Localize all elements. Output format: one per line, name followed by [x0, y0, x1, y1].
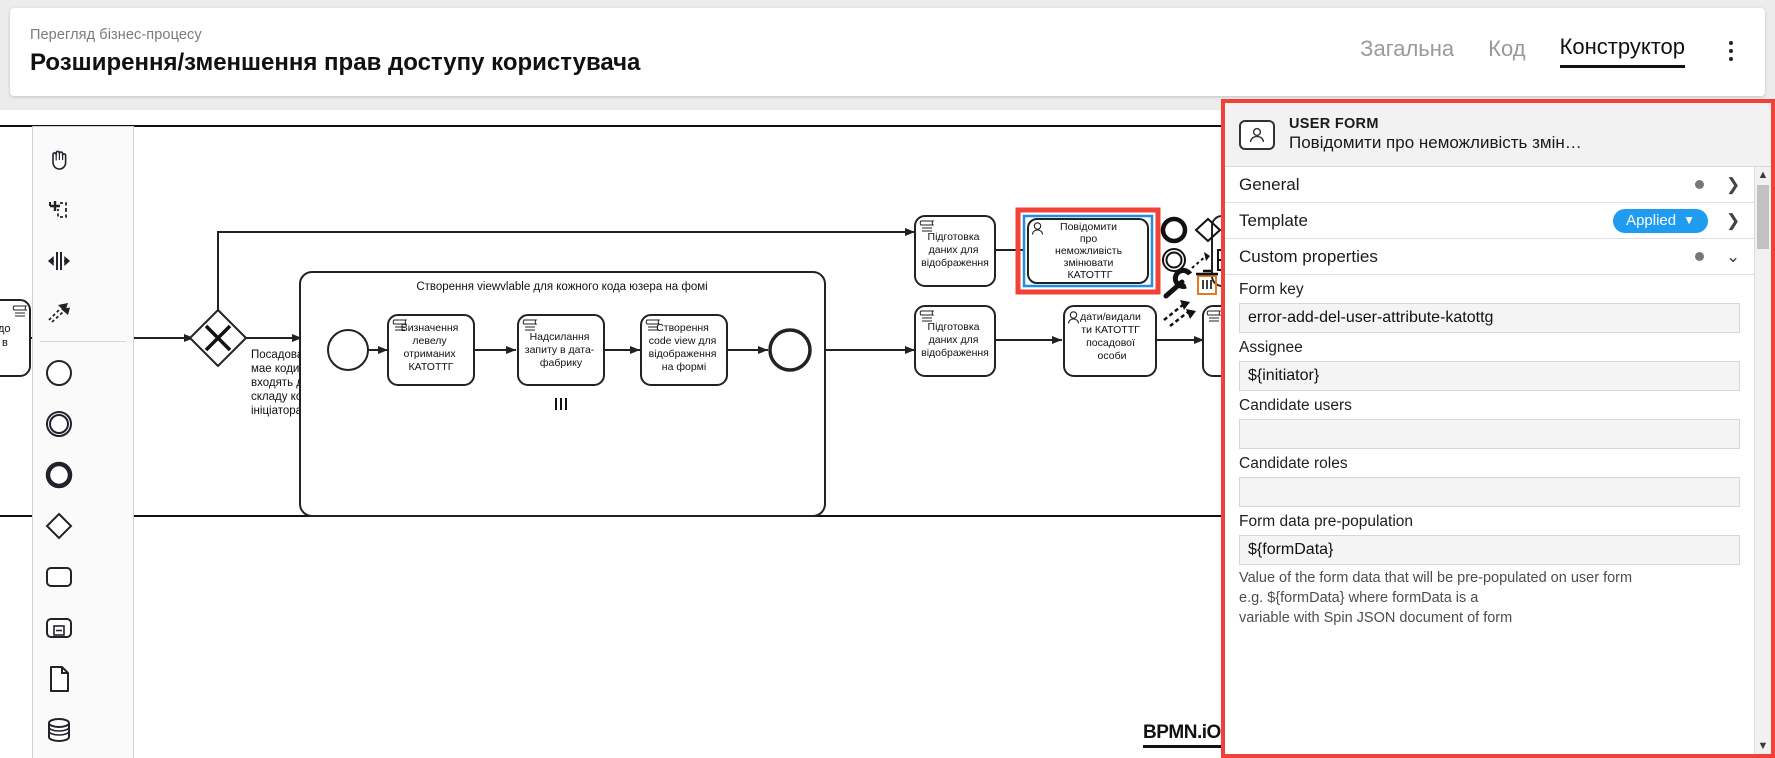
field-form-data-prepopulation-description: Value of the form data that will be pre-… — [1239, 570, 1633, 626]
end-event[interactable] — [768, 328, 812, 372]
group-template-label: Template — [1239, 210, 1308, 230]
chevron-right-icon[interactable]: ❯ — [1726, 175, 1740, 195]
header-tabs: Загальна Код Конструктор — [1360, 34, 1743, 70]
task-label: Визначення левелу отриманих КАТОТТГ — [401, 322, 462, 373]
field-form-data-prepopulation: Form data pre-population — [1225, 507, 1754, 565]
element-kind: USER FORM — [1289, 116, 1379, 132]
user-form-icon — [1239, 119, 1275, 150]
task-prepare-2[interactable]: Підготовка даних для відображення — [914, 305, 996, 377]
chevron-down-icon: ▼ — [1683, 213, 1695, 227]
field-assignee: Assignee — [1225, 333, 1754, 391]
properties-panel[interactable]: USER FORM Повідомити про неможливість зм… — [1221, 99, 1775, 758]
field-form-key: Form key — [1225, 275, 1754, 333]
group-general-label: General — [1239, 174, 1300, 194]
data-store-icon[interactable] — [33, 704, 84, 755]
hand-tool-icon[interactable] — [33, 133, 84, 184]
context-wrench-icon[interactable] — [1163, 268, 1193, 299]
subprocess-label: Створення viewvlable для кожного кода юз… — [416, 281, 707, 293]
properties-panel-titles: USER FORM Повідомити про неможливість зм… — [1289, 116, 1582, 153]
tab-kod[interactable]: Код — [1488, 36, 1525, 67]
context-connect-icon[interactable] — [1191, 252, 1210, 269]
context-append-gateway-icon[interactable] — [1194, 217, 1222, 243]
tab-konstruktor[interactable]: Конструктор — [1559, 34, 1685, 68]
task-label: Підготовка даних для відображення — [921, 231, 989, 269]
field-candidate-users-label: Candidate users — [1239, 397, 1352, 414]
start-event-icon[interactable] — [33, 347, 84, 398]
properties-scrollbar[interactable]: ▲ ▼ — [1754, 167, 1771, 754]
app-header: Перегляд бізнес-процесу Розширення/зменш… — [10, 8, 1765, 96]
task-add-del[interactable]: дати/видали ти КАТОТТГ посадової особи — [1063, 305, 1157, 377]
exclusive-gateway[interactable] — [188, 308, 248, 368]
template-applied-badge[interactable]: Applied ▼ — [1613, 208, 1708, 233]
group-template[interactable]: Template Applied ▼ ❯ — [1225, 203, 1754, 239]
group-general[interactable]: General ❯ — [1225, 167, 1754, 203]
properties-scroll-area[interactable]: General ❯ Template Applied ▼ ❯ Custom pr… — [1225, 167, 1754, 754]
header-titles: Перегляд бізнес-процесу Розширення/зменш… — [30, 25, 640, 79]
form-key-input[interactable] — [1239, 303, 1740, 333]
field-assignee-label: Assignee — [1239, 339, 1303, 356]
chevron-down-icon[interactable]: ⌄ — [1726, 247, 1740, 267]
field-candidate-users: Candidate users — [1225, 391, 1754, 449]
properties-panel-header: USER FORM Повідомити про неможливість зм… — [1225, 103, 1771, 167]
bpmn-palette[interactable] — [32, 126, 134, 758]
task-create-view[interactable]: Створення code view для відображення на … — [640, 314, 728, 386]
page-title: Розширення/зменшення прав доступу корист… — [30, 49, 641, 76]
kebab-menu-icon[interactable] — [1719, 35, 1743, 67]
form-data-prepopulation-input[interactable] — [1239, 535, 1740, 565]
task-notify-error[interactable]: Повідомити про неможливість змінювати КА… — [1015, 207, 1161, 295]
task-request[interactable]: Надсилання запиту в дата- фабрику — [517, 314, 605, 386]
tab-zagalna[interactable]: Загальна — [1360, 36, 1454, 67]
expanded-subprocess[interactable]: Створення viewvlable для кожного кода юз… — [299, 271, 826, 517]
field-form-data-prepopulation-label: Form data pre-population — [1239, 513, 1414, 530]
element-name: Повідомити про неможливість змін… — [1289, 133, 1582, 152]
task-label: Підготовка даних для відображення — [921, 321, 989, 359]
data-object-icon[interactable] — [33, 653, 84, 704]
breadcrumb: Перегляд бізнес-процесу — [30, 27, 202, 43]
context-delete-icon[interactable] — [1196, 269, 1218, 295]
context-append-end-event-icon[interactable] — [1160, 216, 1188, 244]
subprocess-collapsed-icon[interactable] — [33, 602, 84, 653]
context-global-connect-icon[interactable] — [1163, 300, 1196, 327]
gateway-icon[interactable] — [33, 500, 84, 551]
end-event-icon[interactable] — [33, 449, 84, 500]
task-label: до — [0, 323, 11, 335]
scrollbar-up-arrow-icon[interactable]: ▲ — [1755, 167, 1771, 183]
intermediate-event-icon[interactable] — [33, 398, 84, 449]
start-event[interactable] — [327, 329, 369, 371]
template-applied-label: Applied — [1626, 211, 1677, 229]
space-tool-icon[interactable] — [33, 235, 84, 286]
group-general-dot-icon — [1695, 180, 1704, 189]
group-custom-properties[interactable]: Custom properties ⌄ — [1225, 239, 1754, 275]
task-definition[interactable]: Визначення левелу отриманих КАТОТТГ — [387, 314, 475, 386]
context-append-intermediate-event-icon[interactable] — [1162, 248, 1186, 272]
chevron-right-icon[interactable]: ❯ — [1726, 211, 1740, 231]
palette-divider — [40, 341, 126, 342]
task-left-partial[interactable]: до в — [0, 299, 31, 377]
bpmn-io-watermark[interactable]: BPMN.iO — [1143, 722, 1221, 748]
field-form-key-label: Form key — [1239, 281, 1304, 298]
field-candidate-roles: Candidate roles — [1225, 449, 1754, 507]
global-connect-tool-icon[interactable] — [33, 286, 84, 337]
task-label: в — [2, 337, 8, 349]
group-custom-properties-dot-icon — [1695, 252, 1704, 261]
group-custom-properties-label: Custom properties — [1239, 246, 1378, 266]
scrollbar-down-arrow-icon[interactable]: ▼ — [1755, 738, 1771, 754]
candidate-users-input[interactable] — [1239, 419, 1740, 449]
parallel-multi-instance-marker — [555, 398, 567, 410]
task-icon[interactable] — [33, 551, 84, 602]
scrollbar-thumb[interactable] — [1757, 185, 1769, 249]
lasso-tool-icon[interactable] — [33, 184, 84, 235]
field-candidate-roles-label: Candidate roles — [1239, 455, 1348, 472]
properties-panel-body: General ❯ Template Applied ▼ ❯ Custom pr… — [1225, 167, 1771, 754]
app-root: Перегляд бізнес-процесу Розширення/зменш… — [0, 0, 1775, 758]
assignee-input[interactable] — [1239, 361, 1740, 391]
candidate-roles-input[interactable] — [1239, 477, 1740, 507]
task-prepare-1[interactable]: Підготовка даних для відображення — [914, 215, 996, 287]
